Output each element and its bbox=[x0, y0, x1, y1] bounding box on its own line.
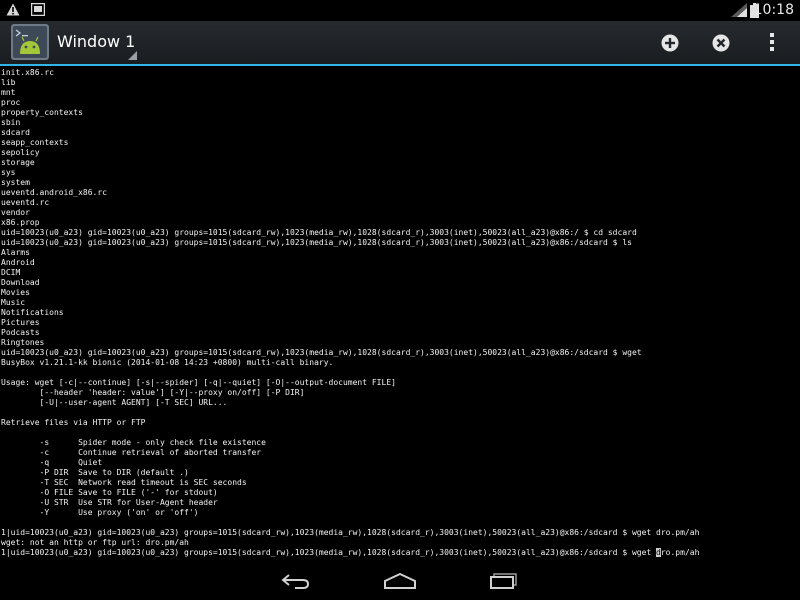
terminal-line: sepolicy bbox=[1, 148, 40, 157]
terminal-line: Podcasts bbox=[1, 328, 40, 337]
terminal-line: Download bbox=[1, 278, 40, 287]
wifi-icon bbox=[731, 3, 747, 17]
terminal-line: uid=10023(u0_a23) gid=10023(u0_a23) grou… bbox=[1, 228, 637, 237]
terminal-line: -Y Use proxy ('on' or 'off') bbox=[1, 508, 199, 517]
terminal-line: Alarms bbox=[1, 248, 30, 257]
window-spinner-icon[interactable] bbox=[128, 51, 137, 60]
terminal-line: x86.prop bbox=[1, 218, 40, 227]
close-window-icon[interactable] bbox=[712, 34, 730, 52]
terminal-line: property_contexts bbox=[1, 108, 83, 117]
terminal-line: uid=10023(u0_a23) gid=10023(u0_a23) grou… bbox=[1, 238, 632, 247]
terminal-line: mnt bbox=[1, 88, 16, 97]
terminal-line: seapp_contexts bbox=[1, 138, 69, 147]
new-window-icon[interactable] bbox=[661, 34, 679, 52]
terminal-line: proc bbox=[1, 98, 21, 107]
recent-apps-icon[interactable] bbox=[489, 573, 519, 589]
terminal-line: -U STR Use STR for User-Agent header bbox=[1, 498, 218, 507]
prompt-text: 1|uid=10023(u0_a23) gid=10023(u0_a23) gr… bbox=[1, 548, 657, 557]
terminal-line: Movies bbox=[1, 288, 30, 297]
terminal-line: Ringtones bbox=[1, 338, 45, 347]
terminal-line: sdcard bbox=[1, 128, 30, 137]
terminal-line: vendor bbox=[1, 208, 30, 217]
terminal-prompt-line[interactable]: 1|uid=10023(u0_a23) gid=10023(u0_a23) gr… bbox=[0, 548, 699, 558]
terminal-line: [--header 'header: value'] [-Y|--proxy o… bbox=[1, 388, 305, 397]
terminal-line: -c Continue retrieval of aborted transfe… bbox=[1, 448, 262, 457]
terminal-output: init.x86.rc lib mnt proc property_contexts sb… bbox=[0, 68, 699, 558]
warning-icon bbox=[6, 3, 20, 16]
terminal-line: -q Quiet bbox=[1, 458, 103, 467]
terminal-line: -P DIR Save to DIR (default .) bbox=[1, 468, 189, 477]
terminal-line: Pictures bbox=[1, 318, 40, 327]
terminal-line: ueventd.android_x86.rc bbox=[1, 188, 107, 197]
terminal-line: Notifications bbox=[1, 308, 64, 317]
action-bar: Window 1 bbox=[0, 21, 800, 64]
status-bar: 10:18 bbox=[0, 0, 800, 21]
prompt-input-text: ro.pm/ah bbox=[660, 548, 700, 557]
terminal-line: Retrieve files via HTTP or FTP bbox=[1, 418, 146, 427]
android-terminal-icon[interactable] bbox=[11, 24, 49, 60]
terminal-line: 1|uid=10023(u0_a23) gid=10023(u0_a23) gr… bbox=[1, 528, 700, 537]
terminal-line: DCIM bbox=[1, 268, 21, 277]
terminal-line: Music bbox=[1, 298, 26, 307]
home-icon[interactable] bbox=[383, 573, 417, 589]
terminal-line: ueventd.rc bbox=[1, 198, 50, 207]
terminal-line: system bbox=[1, 178, 30, 187]
terminal-line: -s Spider mode - only check file existen… bbox=[1, 438, 266, 447]
terminal-line: init.x86.rc bbox=[1, 68, 54, 77]
terminal-line: wget: not an http or ftp url: dro.pm/ah bbox=[1, 538, 189, 547]
terminal-line: sys bbox=[1, 168, 16, 177]
overflow-menu-icon[interactable] bbox=[769, 32, 775, 52]
terminal-line: Usage: wget [-c|--continue] [-s|--spider… bbox=[1, 378, 396, 387]
terminal-line: sbin bbox=[1, 118, 21, 127]
terminal-view[interactable]: init.x86.rc lib mnt proc property_contexts sb… bbox=[0, 66, 800, 566]
terminal-line: BusyBox v1.21.1-kk bionic (2014-01-08 14… bbox=[1, 358, 334, 367]
navigation-bar bbox=[0, 566, 800, 600]
terminal-line: -T SEC Network read timeout is SEC secon… bbox=[1, 478, 247, 487]
window-title[interactable]: Window 1 bbox=[57, 32, 135, 52]
back-icon[interactable] bbox=[281, 573, 311, 589]
terminal-line: lib bbox=[1, 78, 16, 87]
terminal-line: -O FILE Save to FILE ('-' for stdout) bbox=[1, 488, 218, 497]
terminal-line: uid=10023(u0_a23) gid=10023(u0_a23) grou… bbox=[1, 348, 642, 357]
terminal-line: storage bbox=[1, 158, 35, 167]
screenshot-icon bbox=[31, 3, 45, 16]
clock: 10:18 bbox=[753, 2, 794, 18]
terminal-line: [-U|--user-agent AGENT] [-T SEC] URL... bbox=[1, 398, 228, 407]
terminal-line: Android bbox=[1, 258, 35, 267]
